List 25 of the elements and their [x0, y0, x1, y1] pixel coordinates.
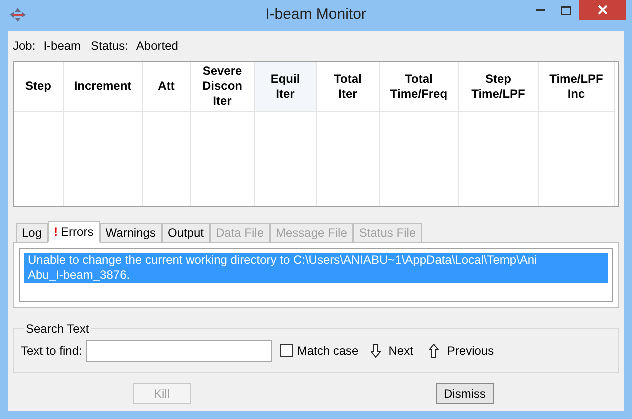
app-icon	[10, 8, 26, 22]
tab[interactable]: Output	[162, 223, 210, 243]
job-value: I-beam	[44, 38, 82, 55]
close-button[interactable]	[579, 0, 626, 20]
column-header[interactable]: Equil Iter	[255, 62, 316, 112]
error-message: Unable to change the current working directory to C:\Users\ANIABU~1\AppData\Local\Temp\Ani Abu_I-beam_3876.	[24, 253, 608, 283]
job-label: Job:	[13, 38, 36, 55]
error-mark: !	[54, 224, 58, 241]
find-label: Text to find:	[21, 342, 82, 360]
window-title: I-beam Monitor	[266, 5, 366, 26]
next-button[interactable]: Next	[370, 342, 414, 360]
match-case-checkbox[interactable]: Match case	[280, 342, 359, 360]
close-icon	[598, 5, 608, 15]
status-label: Status:	[91, 38, 128, 55]
maximize-icon	[561, 6, 571, 14]
dismiss-button[interactable]: Dismiss	[436, 383, 494, 404]
tab[interactable]: ! Errors	[48, 221, 100, 243]
down-arrow-icon	[370, 344, 381, 358]
tab[interactable]: Log	[16, 223, 48, 243]
minimize-icon	[536, 8, 544, 12]
status-value: Aborted	[136, 38, 178, 55]
tab[interactable]: Warnings	[100, 223, 162, 243]
previous-button[interactable]: Previous	[429, 342, 494, 360]
find-field[interactable]	[86, 340, 272, 362]
up-arrow-icon	[429, 344, 440, 358]
